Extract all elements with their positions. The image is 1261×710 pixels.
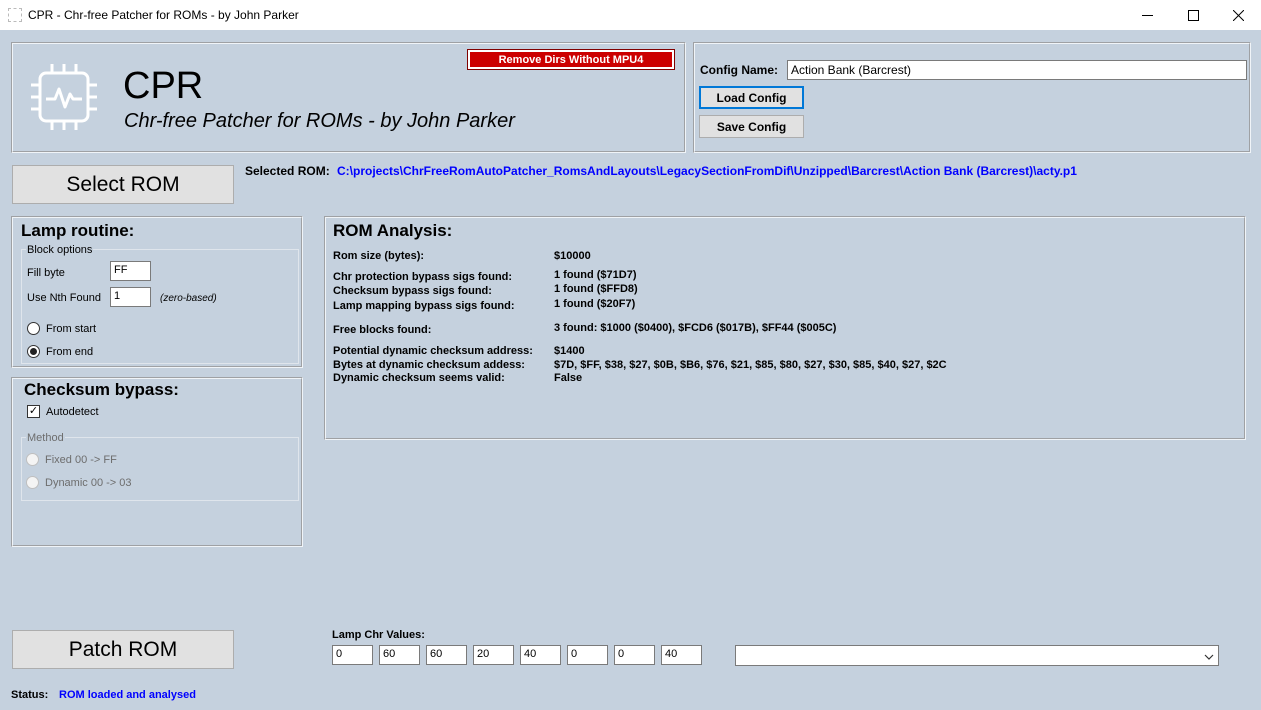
block-options-label: Block options [26,244,94,256]
fixed-radio[interactable]: Fixed 00 -> FF [26,453,117,466]
lamp-chr-input-4[interactable]: 40 [520,645,561,665]
autodetect-checkbox[interactable]: ✓ Autodetect [27,405,99,418]
fill-byte-label: Fill byte [27,267,65,279]
from-end-radio[interactable]: From end [27,345,93,358]
analysis-label-4: Free blocks found: [333,324,432,336]
dynamic-label: Dynamic 00 -> 03 [45,476,132,489]
block-options-group: Block options Fill byte FF Use Nth Found… [21,244,299,364]
method-group: Method Fixed 00 -> FF Dynamic 00 -> 03 [21,432,299,501]
selected-rom-path: C:\projects\ChrFreeRomAutoPatcher_RomsAn… [337,164,1077,178]
load-config-button[interactable]: Load Config [699,86,804,109]
analysis-value-2: 1 found ($FFD8) [554,283,638,295]
lamp-routine-panel: Lamp routine: Block options Fill byte FF… [11,216,303,368]
analysis-label-2: Checksum bypass sigs found: [333,285,492,297]
close-button[interactable] [1215,0,1261,30]
lamp-chr-input-6[interactable]: 0 [614,645,655,665]
title-bar: CPR - Chr-free Patcher for ROMs - by Joh… [0,0,1261,30]
app-icon [8,8,22,22]
from-end-radio-circle[interactable] [27,345,40,358]
lamp-chr-input-7[interactable]: 40 [661,645,702,665]
analysis-label-5: Potential dynamic checksum address: [333,345,533,357]
lamp-chr-input-5[interactable]: 0 [567,645,608,665]
selected-rom-label: Selected ROM: [245,164,330,178]
analysis-value-3: 1 found ($20F7) [554,298,636,310]
minimize-button[interactable] [1124,0,1170,30]
dynamic-radio[interactable]: Dynamic 00 -> 03 [26,476,132,489]
config-panel: Config Name: Action Bank (Barcrest) Load… [693,42,1251,153]
analysis-value-5: $1400 [554,345,585,357]
nth-found-input[interactable]: 1 [110,287,151,307]
lamp-chr-dropdown[interactable] [735,645,1219,666]
rom-analysis-title: ROM Analysis: [333,221,453,240]
fixed-radio-circle[interactable] [26,453,39,466]
analysis-label-7: Dynamic checksum seems valid: [333,372,505,384]
minimize-icon [1141,14,1153,16]
nth-found-label: Use Nth Found [27,292,101,304]
config-name-label: Config Name: [700,63,778,77]
lamp-chr-input-2[interactable]: 60 [426,645,467,665]
maximize-icon [1187,9,1199,21]
lamp-chr-label: Lamp Chr Values: [332,629,425,641]
config-name-input[interactable]: Action Bank (Barcrest) [787,60,1247,80]
analysis-value-6: $7D, $FF, $38, $27, $0B, $B6, $76, $21, … [554,359,947,371]
header-panel: CPR Chr-free Patcher for ROMs - by John … [11,42,686,153]
analysis-label-1: Chr protection bypass sigs found: [333,271,513,283]
app-name: CPR [123,65,204,107]
analysis-label-0: Rom size (bytes): [333,250,425,262]
save-config-button[interactable]: Save Config [699,115,804,138]
analysis-value-1: 1 found ($71D7) [554,269,637,281]
close-icon [1232,9,1244,21]
maximize-button[interactable] [1170,0,1216,30]
chip-pulse-icon [28,61,100,133]
lamp-chr-input-3[interactable]: 20 [473,645,514,665]
patch-rom-button[interactable]: Patch ROM [12,630,234,669]
autodetect-check-icon[interactable]: ✓ [27,405,40,418]
analysis-value-0: $10000 [554,250,591,262]
remove-dirs-button[interactable]: Remove Dirs Without MPU4 [467,49,675,70]
from-end-label: From end [46,345,94,358]
checksum-bypass-title: Checksum bypass: [24,380,179,399]
checksum-bypass-panel: Checksum bypass: ✓ Autodetect Method Fix… [11,377,303,547]
select-rom-button[interactable]: Select ROM [12,165,234,204]
status-label: Status: [11,689,49,701]
dynamic-radio-circle[interactable] [26,476,39,489]
rom-analysis-panel: ROM Analysis: Rom size (bytes): $10000 C… [324,216,1246,440]
lamp-chr-input-1[interactable]: 60 [379,645,420,665]
chevron-down-icon[interactable] [1204,651,1214,665]
from-start-label: From start [46,322,97,335]
fixed-label: Fixed 00 -> FF [45,453,117,466]
from-start-radio-circle[interactable] [27,322,40,335]
analysis-label-6: Bytes at dynamic checksum addess: [333,359,525,371]
window-title: CPR - Chr-free Patcher for ROMs - by Joh… [28,8,299,22]
analysis-label-3: Lamp mapping bypass sigs found: [333,300,515,312]
analysis-value-7: False [554,372,583,384]
lamp-routine-title: Lamp routine: [21,221,135,240]
app-subtitle: Chr-free Patcher for ROMs - by John Park… [124,110,515,132]
method-label: Method [26,432,65,444]
autodetect-label: Autodetect [46,405,99,418]
lamp-chr-input-0[interactable]: 0 [332,645,373,665]
analysis-value-4: 3 found: $1000 ($0400), $FCD6 ($017B), $… [554,322,837,334]
status-text: ROM loaded and analysed [59,689,196,701]
from-start-radio[interactable]: From start [27,322,96,335]
zero-based-hint: (zero-based) [160,293,217,304]
fill-byte-input[interactable]: FF [110,261,151,281]
